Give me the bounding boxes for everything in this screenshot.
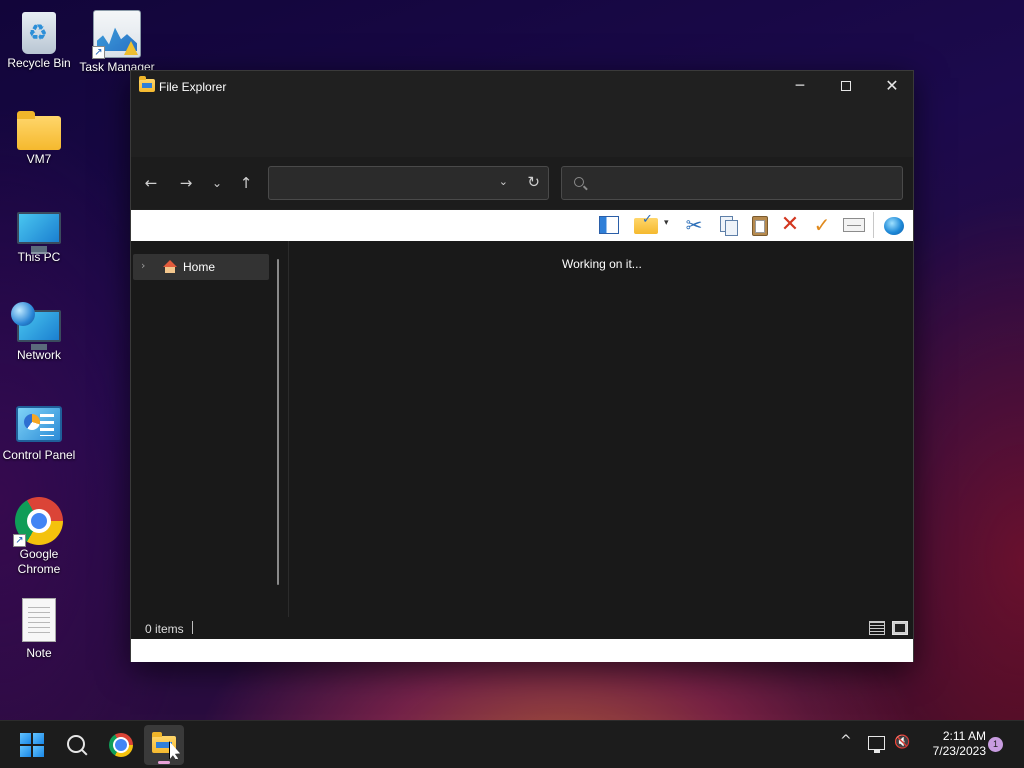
status-divider xyxy=(192,621,193,634)
delete-icon[interactable]: ✕ xyxy=(779,214,801,236)
search-input[interactable] xyxy=(561,166,903,200)
desktop-icon-label: Recycle Bin xyxy=(7,56,71,70)
desktop-icon-label: VM7 xyxy=(26,152,52,166)
chrome-icon: ↗ xyxy=(13,497,63,547)
home-icon xyxy=(163,260,177,273)
minimize-button[interactable]: ─ xyxy=(777,71,823,101)
search-icon xyxy=(574,177,584,187)
address-bar-row: ← → ⌄ ↑ ⌄ ↻ xyxy=(131,157,913,209)
paste-icon[interactable] xyxy=(748,214,770,236)
expand-chevron-icon[interactable]: › xyxy=(141,259,145,272)
select-icon[interactable]: ✓ xyxy=(811,214,833,236)
rename-icon[interactable] xyxy=(843,218,865,232)
desktop-icon-google-chrome[interactable]: ↗ Google Chrome xyxy=(0,497,78,577)
content-area: › Home Working on it... xyxy=(131,241,913,621)
show-hidden-icons-chevron[interactable]: ^ xyxy=(840,733,852,768)
shortcut-arrow-icon: ↗ xyxy=(13,534,26,547)
nav-item-label: Home xyxy=(183,260,216,274)
desktop-icon-this-pc[interactable]: This PC xyxy=(0,206,78,265)
computer-icon xyxy=(17,212,61,254)
windows-logo-pane xyxy=(33,746,44,757)
copy-icon[interactable] xyxy=(717,214,739,236)
address-history-dropdown[interactable]: ⌄ xyxy=(499,175,508,188)
network-icon xyxy=(11,302,61,350)
maximize-button[interactable] xyxy=(823,71,869,101)
cut-icon[interactable]: ✂ xyxy=(683,214,705,236)
navigation-pane-scrollbar[interactable] xyxy=(277,259,279,585)
window-title: File Explorer xyxy=(159,80,227,94)
desktop-icon-label: Control Panel xyxy=(2,448,76,462)
toolbar-divider xyxy=(873,212,874,238)
window-bottom-strip xyxy=(131,639,913,662)
up-button[interactable]: ↑ xyxy=(234,171,258,195)
file-explorer-taskbar-button[interactable] xyxy=(144,725,184,765)
recent-locations-button[interactable]: ⌄ xyxy=(205,171,229,195)
desktop-icon-note[interactable]: Note xyxy=(0,596,78,661)
folder-options-dropdown[interactable]: ▾ xyxy=(664,218,674,240)
network-status-icon[interactable] xyxy=(868,736,885,753)
start-button[interactable] xyxy=(16,729,48,761)
desktop-icon-label: Google Chrome xyxy=(17,547,61,576)
refresh-button[interactable]: ↻ xyxy=(527,173,540,191)
control-panel-icon xyxy=(16,406,62,442)
clock-date: 7/23/2023 xyxy=(932,744,986,758)
large-icons-view-icon[interactable] xyxy=(892,621,908,635)
text-file-icon xyxy=(22,598,56,642)
status-bar: 0 items xyxy=(131,617,913,639)
address-input[interactable]: ⌄ ↻ xyxy=(268,166,549,200)
nav-item-home[interactable]: › Home xyxy=(133,254,269,280)
file-list-pane[interactable]: Working on it... xyxy=(290,241,913,621)
navigation-pane: › Home xyxy=(131,241,289,621)
desktop-icon-recycle-bin[interactable]: Recycle Bin xyxy=(0,10,78,71)
desktop-icon-network[interactable]: Network xyxy=(0,302,78,363)
notification-badge[interactable]: 1 xyxy=(988,737,1003,752)
title-bar[interactable]: File Explorer ─ ✕ xyxy=(131,71,913,103)
volume-muted-icon[interactable]: 🔇 xyxy=(894,735,912,753)
search-icon[interactable] xyxy=(61,729,93,761)
clock-time: 2:11 AM xyxy=(942,729,986,743)
active-app-indicator xyxy=(158,761,170,764)
recycle-bin-icon xyxy=(22,12,56,54)
file-explorer-icon xyxy=(139,76,155,92)
folder-icon xyxy=(17,111,61,150)
forward-button[interactable]: → xyxy=(174,171,198,195)
folder-options-icon[interactable] xyxy=(634,212,658,234)
chrome-taskbar-icon[interactable] xyxy=(105,729,137,761)
file-explorer-window: File Explorer ─ ✕ ← → ⌄ ↑ ⌄ ↻ ▾ ✂ ✕ ✓ xyxy=(130,70,914,662)
details-view-icon[interactable] xyxy=(869,621,885,635)
desktop-icon-vm7[interactable]: VM7 xyxy=(0,108,78,167)
desktop-icon-task-manager[interactable]: ↗ Task Manager xyxy=(78,10,156,75)
loading-status-text: Working on it... xyxy=(562,257,642,271)
windows-logo-pane xyxy=(33,733,44,744)
desktop-icon-label: Note xyxy=(26,646,52,660)
task-manager-icon: ↗ xyxy=(92,10,141,59)
item-count: 0 items xyxy=(145,622,184,636)
taskbar: ^ 🔇 2:11 AM 7/23/2023 1 xyxy=(0,720,1024,768)
desktop-icon-label: Network xyxy=(16,348,61,362)
command-bar xyxy=(131,103,913,157)
windows-logo-pane xyxy=(20,746,31,757)
windows-logo-icon xyxy=(20,733,31,744)
shortcut-arrow-icon: ↗ xyxy=(92,46,105,59)
classic-toolbar: ▾ ✂ ✕ ✓ xyxy=(131,210,913,241)
maximize-icon xyxy=(841,81,851,91)
back-button[interactable]: ← xyxy=(139,171,163,195)
navigation-pane-toggle-icon[interactable] xyxy=(599,216,619,234)
clock[interactable]: 2:11 AM 7/23/2023 xyxy=(916,729,986,759)
shell-icon[interactable] xyxy=(883,214,905,236)
close-button[interactable]: ✕ xyxy=(869,71,915,101)
desktop-icon-control-panel[interactable]: Control Panel xyxy=(0,400,78,463)
